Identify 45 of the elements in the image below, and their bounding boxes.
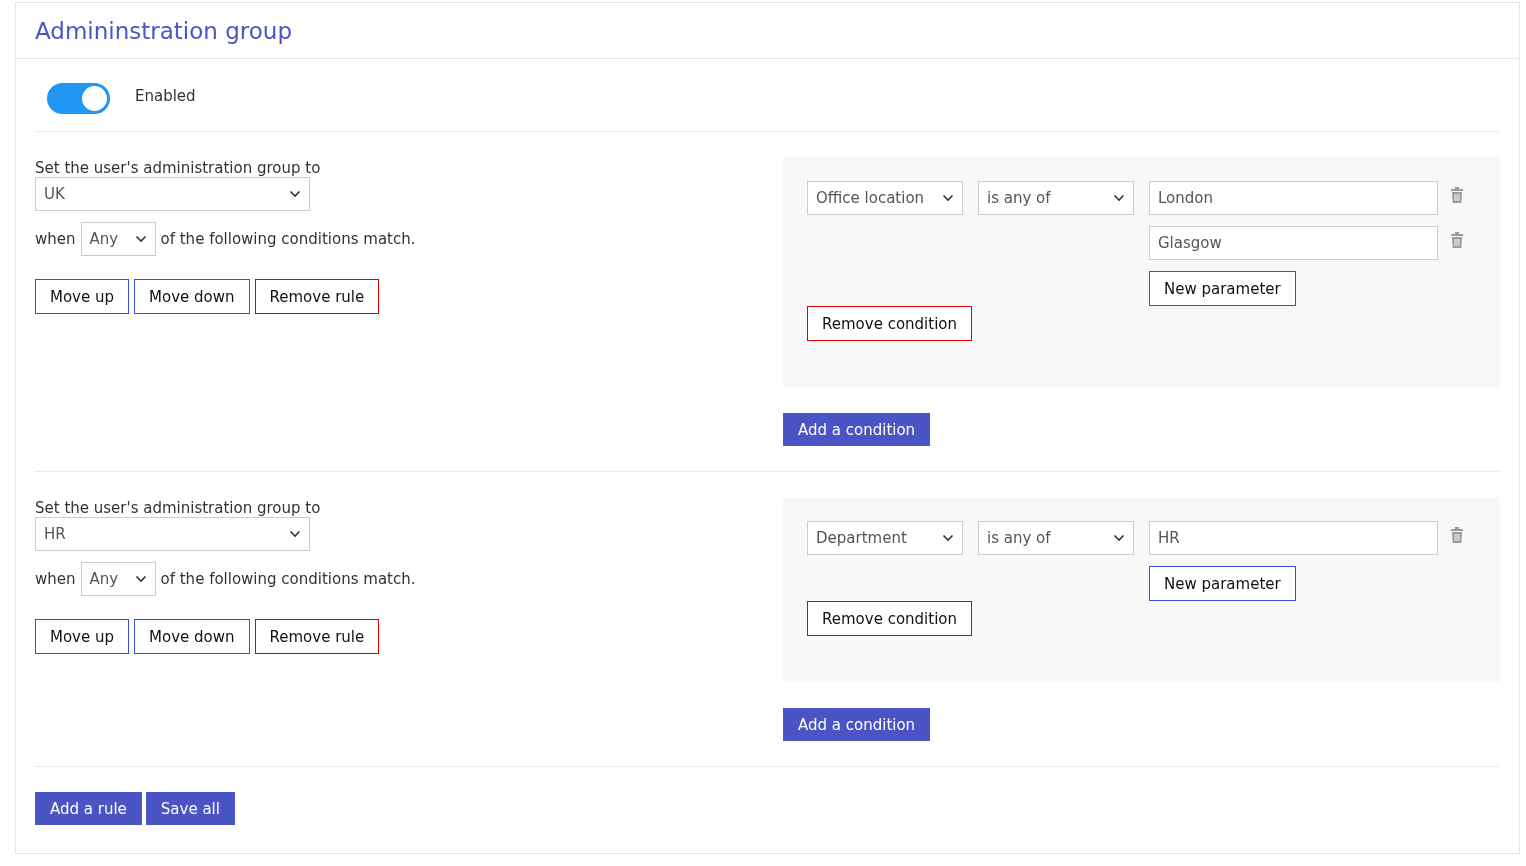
chevron-icon (134, 235, 147, 243)
parameter-field[interactable]: HR (1149, 521, 1438, 555)
action-button[interactable]: Save all (145, 792, 235, 825)
parameter-field[interactable]: Glasgow (1149, 226, 1438, 260)
chevron-icon (134, 575, 147, 583)
chevron-icon (1113, 194, 1125, 202)
trash-icon[interactable] (1451, 187, 1463, 203)
field-label: Set the user's administration group to (35, 159, 322, 177)
match-suffix: of the following conditions match. (160, 570, 416, 588)
rule-button[interactable]: Move down (134, 619, 250, 654)
group-select[interactable]: UK (35, 177, 310, 211)
match-select[interactable]: Any (80, 222, 156, 256)
remove-condition-button[interactable]: Remove condition (807, 601, 972, 636)
trash-icon[interactable] (1451, 527, 1463, 543)
parameter-field[interactable]: London (1149, 181, 1438, 215)
card-title: Admininstration group (35, 17, 292, 44)
when-label: when (35, 570, 76, 588)
field-select[interactable]: Office location (807, 181, 963, 215)
chevron-icon (289, 190, 301, 198)
rule-button[interactable]: Remove rule (254, 279, 380, 314)
match-suffix: of the following conditions match. (160, 230, 416, 248)
remove-condition-button[interactable]: Remove condition (807, 306, 972, 341)
rule-button[interactable]: Move up (35, 279, 130, 314)
rule-button[interactable]: Move up (35, 619, 130, 654)
new-parameter-button[interactable]: New parameter (1149, 566, 1296, 601)
rule-button[interactable]: Remove rule (254, 619, 380, 654)
chevron-icon (1113, 534, 1125, 542)
add-condition-button[interactable]: Add a condition (783, 413, 931, 446)
operator-select[interactable]: is any of (978, 181, 1134, 215)
toggle-label: Enabled (135, 86, 196, 105)
toggle-switch[interactable] (47, 83, 110, 114)
field-select[interactable]: Department (807, 521, 963, 555)
operator-select[interactable]: is any of (978, 521, 1134, 555)
field-label: Set the user's administration group to (35, 499, 322, 517)
trash-icon[interactable] (1451, 232, 1463, 248)
rule-button[interactable]: Move down (134, 279, 250, 314)
match-select[interactable]: Any (80, 562, 156, 596)
chevron-icon (942, 534, 954, 542)
chevron-icon (942, 194, 954, 202)
new-parameter-button[interactable]: New parameter (1149, 271, 1296, 306)
action-button[interactable]: Add a rule (35, 792, 142, 825)
when-label: when (35, 230, 76, 248)
group-select[interactable]: HR (35, 517, 310, 551)
chevron-icon (289, 530, 301, 538)
add-condition-button[interactable]: Add a condition (783, 708, 931, 741)
